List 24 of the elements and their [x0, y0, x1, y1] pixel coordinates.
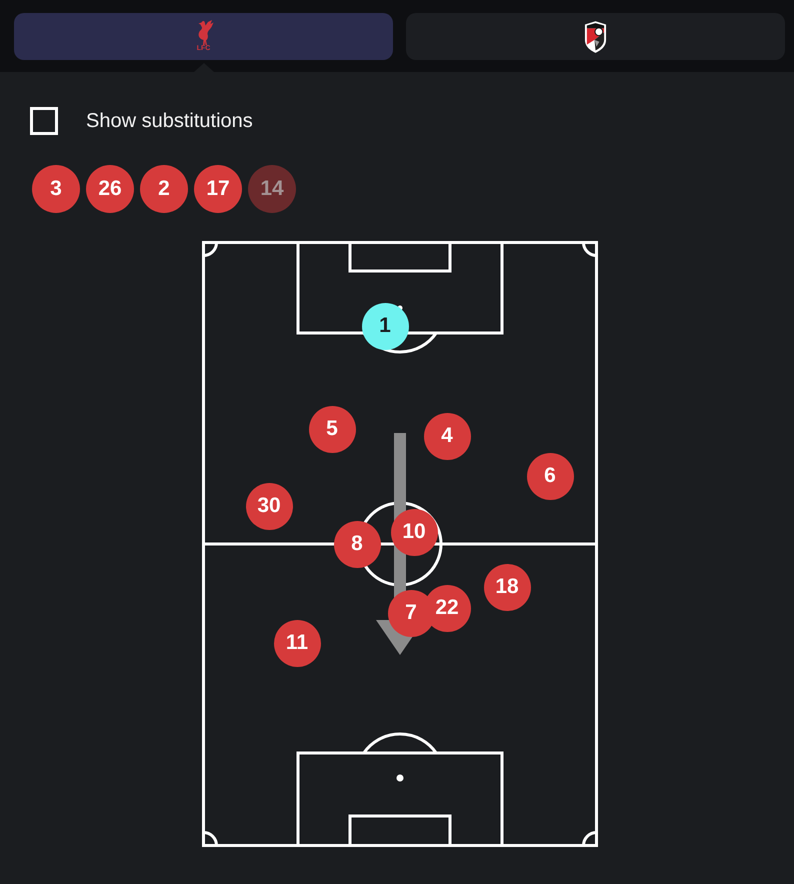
corner-arc	[582, 831, 597, 846]
substitutions-checkbox[interactable]	[30, 107, 58, 135]
player-marker: 4	[424, 412, 470, 460]
player-marker: 1	[362, 302, 408, 350]
player-marker: 6	[526, 452, 574, 500]
penalty-spot	[396, 774, 404, 782]
player-marker: 18	[484, 564, 530, 610]
substitute-marker: 2	[140, 165, 188, 213]
player-marker: 30	[246, 482, 292, 530]
substitutions-label: Show substitutions	[86, 109, 253, 133]
substitute-marker: 14	[248, 165, 296, 213]
substitute-marker: 26	[86, 165, 134, 213]
corner-arc	[203, 242, 218, 257]
shield-crest-icon	[584, 20, 607, 54]
player-marker: 11	[274, 620, 320, 666]
player-marker: 7	[388, 590, 434, 636]
substitute-marker: 3	[32, 165, 80, 213]
corner-arc	[582, 242, 597, 257]
corner-arc	[203, 831, 218, 846]
player-marker: 10	[390, 508, 438, 556]
substitute-marker: 17	[194, 165, 242, 213]
player-marker: 5	[308, 406, 356, 452]
player-marker: 8	[334, 520, 380, 568]
team-tab[interactable]	[406, 13, 785, 60]
